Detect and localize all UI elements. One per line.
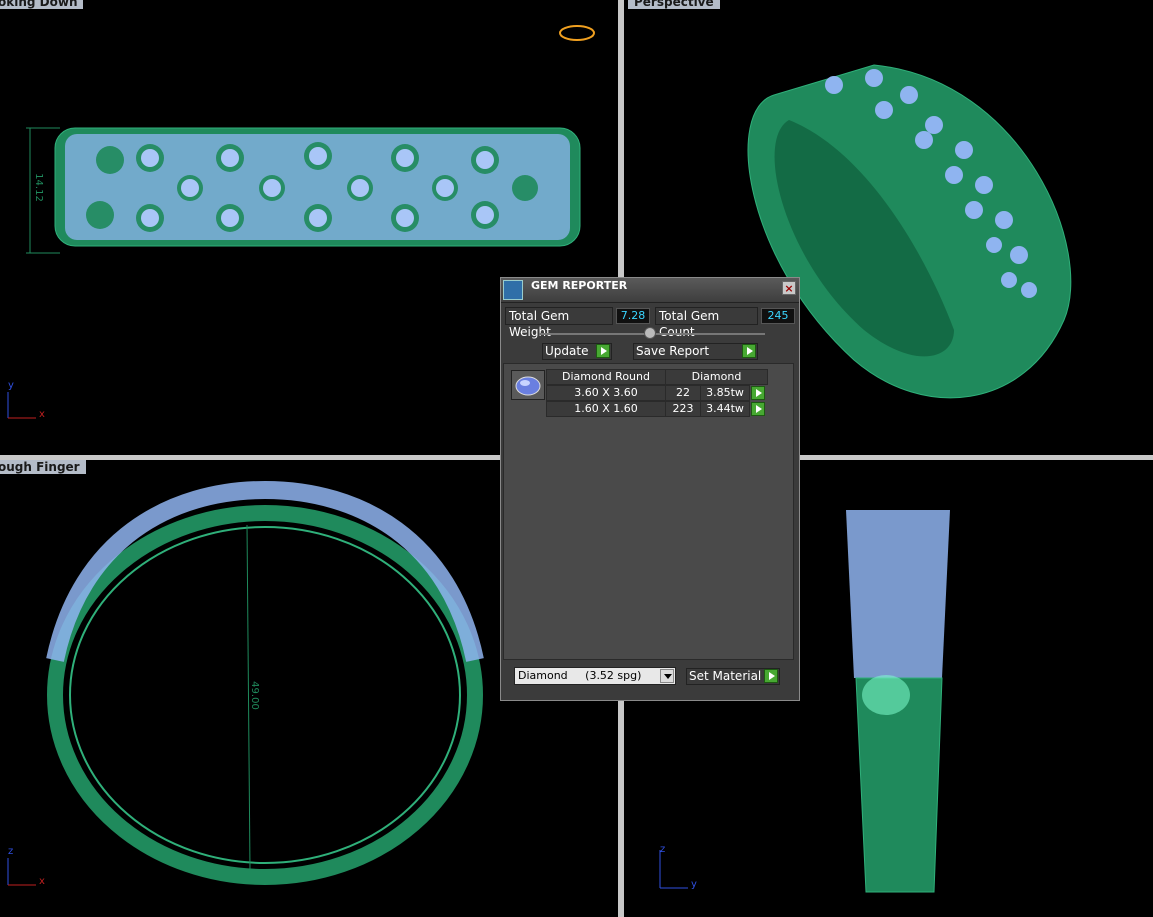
axis-x-label: x [39,409,45,420]
gem-count-cell: 22 [665,385,701,401]
update-button[interactable]: Update [542,343,612,360]
round-gem-icon [511,370,545,400]
set-material-button-label: Set Material [689,669,762,683]
gem-material-header: Diamond [665,369,768,385]
axis-y-label: y [691,879,697,890]
material-select-value: Diamond (3.52 spg) [518,669,642,682]
play-arrow-icon [742,344,756,358]
dimension-label-width: 14.12 [32,173,44,202]
gem-weight-cell: 3.85tw [700,385,750,401]
select-gems-arrow-icon[interactable] [751,386,765,400]
dialog-titlebar[interactable]: GEM REPORTER × [501,278,799,303]
material-select[interactable]: Diamond (3.52 spg) [514,667,676,685]
save-report-button[interactable]: Save Report [633,343,758,360]
update-button-label: Update [545,344,589,358]
set-material-button[interactable]: Set Material [686,668,780,685]
save-report-button-label: Save Report [636,344,710,358]
gem-list-panel: Diamond Round Diamond 3.60 X 3.60 22 3.8… [503,363,794,660]
dialog-title: GEM REPORTER [531,279,628,292]
total-gem-weight-value: 7.28 [616,308,650,324]
viewport-label-perspective[interactable]: Perspective [628,0,720,9]
play-arrow-icon [596,344,610,358]
gem-reporter-dialog: GEM REPORTER × Total Gem Weight 7.28 Tot… [500,277,800,701]
close-icon[interactable]: × [782,281,796,295]
viewport-label-top[interactable]: oking Down [0,0,84,9]
axis-x-label: x [39,876,45,887]
gem-count-cell: 223 [665,401,701,417]
gem-shape-header: Diamond Round [546,369,666,385]
play-arrow-icon [764,669,778,683]
total-gem-weight-label: Total Gem Weight [505,307,613,339]
axis-y-label: y [8,380,14,391]
gem-reporter-app-icon [503,280,523,300]
gem-weight-cell: 3.44tw [700,401,750,417]
select-gems-arrow-icon[interactable] [751,402,765,416]
gem-size-cell: 3.60 X 3.60 [546,385,666,401]
slider-handle[interactable] [644,327,656,339]
total-gem-count-label: Total Gem Count [655,307,758,339]
chevron-down-icon[interactable] [660,669,674,683]
total-gem-count-value: 245 [761,308,795,324]
axis-z-label: z [8,846,14,857]
gem-size-cell: 1.60 X 1.60 [546,401,666,417]
axis-z-label: z [660,844,666,855]
viewport-label-front[interactable]: ough Finger [0,460,86,474]
dimension-label-inner-diameter: 49.00 [248,681,260,710]
